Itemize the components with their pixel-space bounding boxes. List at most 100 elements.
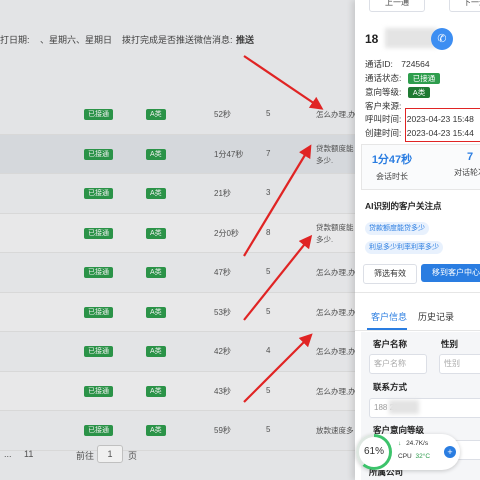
call-id-label: 通话ID: xyxy=(365,59,393,69)
row-level-tag: A类 xyxy=(146,425,166,436)
pager-ellipsis[interactable]: ... xyxy=(4,449,12,459)
row-question: 贷款额度能 多少. xyxy=(316,222,354,244)
pager-last-page[interactable]: 11 xyxy=(24,449,33,459)
row-duration: 42秒 xyxy=(214,347,231,356)
keyword-tag: 贷款额度能贷多少 xyxy=(365,222,429,235)
tab-history[interactable]: 历史记录 xyxy=(418,310,454,323)
system-monitor-widget[interactable]: 61% ↓ 24.7K/s CPU 32°C + xyxy=(356,434,460,470)
call-detail-drawer: 上一通 下一通 18 ✆ 通话ID: 724564 通话状态: 已接通 意向等级… xyxy=(355,0,480,480)
section-divider xyxy=(355,292,480,293)
intent-label: 意向等级: xyxy=(365,87,402,97)
filter-row: 打日期: 、星期六、星期日 拨打完成是否推送微信消息: 推送 xyxy=(0,30,360,48)
row-level-tag: A类 xyxy=(146,109,166,120)
row-rounds: 7 xyxy=(266,148,271,158)
customer-name-label: 客户名称 xyxy=(373,339,408,349)
table-row[interactable]: 已接通 A类 1分47秒 7 贷款额度能 多少. xyxy=(0,134,360,174)
row-level-tag: A类 xyxy=(146,346,166,357)
call-status-row: 通话状态: 已接通 xyxy=(365,72,441,84)
row-status-tag: 已接通 xyxy=(84,227,113,239)
phone-call-icon[interactable]: ✆ xyxy=(431,28,453,50)
tab-divider xyxy=(355,330,480,331)
network-speed-value: 24.7K/s xyxy=(406,440,429,447)
table-row[interactable]: 已接通 A类 42秒 4 怎么办理,办 xyxy=(0,332,360,372)
row-status-tag: 已接通 xyxy=(84,425,113,436)
row-duration: 2分0秒 xyxy=(214,228,239,238)
filter-valid-button[interactable]: 筛选有效 xyxy=(363,264,417,284)
row-question: 怎么办理,办 xyxy=(316,110,356,119)
row-duration: 43秒 xyxy=(214,386,231,396)
row-status-tag: 已接通 xyxy=(84,148,113,160)
duration-value: 1分47秒 xyxy=(371,154,413,166)
ai-focus-title: AI识别的客户关注点 xyxy=(365,201,442,211)
row-status-tag: 已接通 xyxy=(84,267,113,278)
next-call-button[interactable]: 下一通 xyxy=(449,0,480,12)
create-time-label: 创建时间: xyxy=(365,128,402,138)
gender-label: 性别 xyxy=(441,339,459,349)
row-duration: 21秒 xyxy=(214,189,231,198)
source-label: 客户来源: xyxy=(365,101,402,111)
row-rounds: 5 xyxy=(266,109,271,118)
call-id-value: 724564 xyxy=(401,59,430,69)
pager-unit-label: 页 xyxy=(128,451,138,461)
duration-stat: 1分47秒 会话时长 xyxy=(362,151,422,182)
source-row: 客户来源: xyxy=(365,100,401,112)
row-level-tag: A类 xyxy=(146,267,166,278)
row-question: 怎么办理,办 xyxy=(316,386,356,396)
row-rounds: 5 xyxy=(266,385,271,395)
row-status-tag: 已接通 xyxy=(84,385,113,397)
table-row[interactable]: 已接通 A类 53秒 5 怎么办理,办 xyxy=(0,292,360,332)
row-rounds: 3 xyxy=(266,188,271,197)
table-row[interactable]: 已接通 A类 43秒 5 怎么办理,办 xyxy=(0,371,360,411)
customer-name-input[interactable]: 客户名称 xyxy=(369,354,427,374)
move-to-customer-center-button[interactable]: 移到客户中心 xyxy=(421,264,480,282)
row-duration: 1分47秒 xyxy=(214,149,244,159)
wechat-push-value: 推送 xyxy=(236,35,255,45)
pager-goto-label: 前往 xyxy=(76,451,95,461)
row-duration: 47秒 xyxy=(214,268,231,277)
table-row[interactable]: 已接通 A类 47秒 5 怎么办理,办 xyxy=(0,253,360,293)
tab-customer-info[interactable]: 客户信息 xyxy=(371,310,407,323)
time-highlight-box xyxy=(405,108,480,142)
call-id-row: 通话ID: 724564 xyxy=(365,58,430,70)
call-stats-panel: 1分47秒 会话时长 7 对话轮次 xyxy=(361,144,480,190)
table-row[interactable]: 已接通 A类 21秒 3 xyxy=(0,174,360,214)
row-duration: 53秒 xyxy=(214,307,231,317)
row-rounds: 5 xyxy=(266,425,271,434)
table-row[interactable]: 已接通 A类 52秒 5 怎么办理,办 xyxy=(0,95,360,135)
phone-number: 18 xyxy=(365,32,379,46)
row-rounds: 8 xyxy=(266,227,271,237)
rounds-stat: 7 对话轮次 xyxy=(440,151,480,178)
row-status-tag: 已接通 xyxy=(84,109,113,120)
keyword-tag: 利息多少利率利率多少 xyxy=(365,241,443,254)
table-body: 已接通 A类 52秒 5 怎么办理,办 已接通 A类 1分47秒 7 贷款额度能 多少. 已接通 A类… xyxy=(0,95,360,451)
rounds-value: 7 xyxy=(466,151,474,163)
pagination: ... 11 前往 1 页 xyxy=(0,440,360,468)
row-question: 放款速度多 xyxy=(316,426,354,435)
rounds-label: 对话轮次 xyxy=(454,168,480,177)
row-rounds: 4 xyxy=(266,346,271,355)
call-status-label: 通话状态: xyxy=(365,73,402,83)
row-status-tag: 已接通 xyxy=(84,188,113,199)
network-speed: ↓ 24.7K/s xyxy=(398,440,428,447)
row-question: 贷款额度能 多少. xyxy=(316,143,354,165)
row-status-tag: 已接通 xyxy=(84,346,113,357)
dial-days-label: 打日期: xyxy=(0,35,30,45)
row-level-tag: A类 xyxy=(146,188,166,199)
contact-input[interactable]: 188 29 xyxy=(369,398,480,418)
table-row[interactable]: 已接通 A类 2分0秒 8 贷款额度能 多少. xyxy=(0,213,360,253)
pager-goto-input[interactable]: 1 xyxy=(97,445,123,463)
intent-badge: A类 xyxy=(407,87,431,98)
row-rounds: 5 xyxy=(266,306,271,316)
intent-row: 意向等级: A类 xyxy=(365,86,431,98)
prev-call-button[interactable]: 上一通 xyxy=(369,0,425,12)
row-level-tag: A类 xyxy=(146,148,166,160)
dial-days-value: 、星期六、星期日 xyxy=(40,35,113,45)
row-duration: 52秒 xyxy=(214,110,231,119)
row-level-tag: A类 xyxy=(146,227,166,239)
cpu-label: CPU xyxy=(398,453,412,460)
call-status-badge: 已接通 xyxy=(407,73,441,84)
boost-plus-icon[interactable]: + xyxy=(444,446,456,458)
row-level-tag: A类 xyxy=(146,306,166,318)
gender-select[interactable]: 性别 xyxy=(439,354,480,374)
phone-number-mask xyxy=(385,28,437,48)
